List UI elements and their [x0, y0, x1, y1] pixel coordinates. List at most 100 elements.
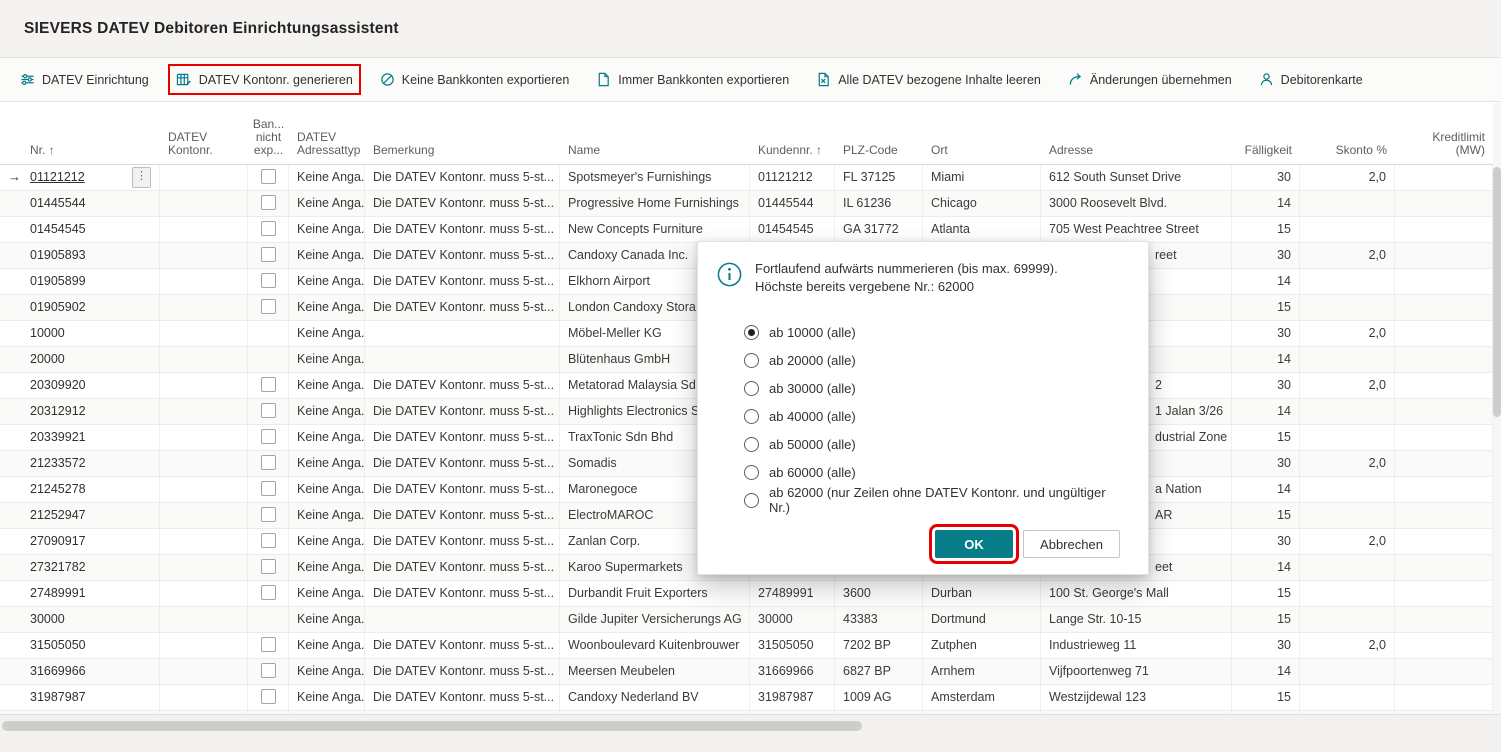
vertical-scrollbar-thumb[interactable] — [1493, 167, 1501, 417]
cell-skonto[interactable] — [1300, 607, 1395, 632]
column-header-kreditlimit[interactable]: Kreditlimit (MW) — [1395, 102, 1493, 164]
radio-option[interactable]: ab 30000 (alle) — [744, 374, 1124, 402]
cell-bank-not-export[interactable] — [248, 477, 289, 502]
toolbar-item[interactable]: DATEV Kontonr. generieren — [176, 72, 353, 87]
cell-nr[interactable]: 01454545 — [22, 217, 160, 242]
cell-bemerkung[interactable]: Die DATEV Kontonr. muss 5-st... — [365, 269, 560, 294]
cell-skonto[interactable] — [1300, 477, 1395, 502]
cell-skonto[interactable]: 2,0 — [1300, 165, 1395, 190]
cell-datev-kontonr[interactable] — [160, 373, 248, 398]
cell-bemerkung[interactable]: Die DATEV Kontonr. muss 5-st... — [365, 191, 560, 216]
cell-name[interactable]: Progressive Home Furnishings — [560, 191, 750, 216]
radio-option[interactable]: ab 60000 (alle) — [744, 458, 1124, 486]
cell-kundennr[interactable]: 01445544 — [750, 191, 835, 216]
cell-ort[interactable]: Miami — [923, 165, 1041, 190]
cell-skonto[interactable]: 2,0 — [1300, 529, 1395, 554]
cell-skonto[interactable] — [1300, 269, 1395, 294]
cell-plz-code[interactable]: 1009 AG — [835, 685, 923, 710]
cell-nr[interactable]: 01121212⋮ — [22, 165, 160, 190]
cell-faelligkeit[interactable]: 14 — [1232, 347, 1300, 372]
cell-faelligkeit[interactable]: 30 — [1232, 633, 1300, 658]
cell-bank-not-export[interactable] — [248, 347, 289, 372]
cell-datev-kontonr[interactable] — [160, 581, 248, 606]
cell-adressattyp[interactable]: Keine Anga... — [289, 659, 365, 684]
customer-number-link[interactable]: 10000 — [30, 321, 65, 345]
toolbar-item[interactable]: DATEV Einrichtung — [20, 72, 149, 87]
cell-bemerkung[interactable]: Die DATEV Kontonr. muss 5-st... — [365, 295, 560, 320]
cell-datev-kontonr[interactable] — [160, 685, 248, 710]
cell-adresse[interactable]: 612 South Sunset Drive — [1041, 165, 1232, 190]
cell-datev-kontonr[interactable] — [160, 165, 248, 190]
cell-bank-not-export[interactable] — [248, 685, 289, 710]
cell-faelligkeit[interactable]: 30 — [1232, 529, 1300, 554]
cell-kreditlimit[interactable] — [1395, 373, 1493, 398]
customer-number-link[interactable]: 31505050 — [30, 633, 86, 657]
cell-kundennr[interactable]: 31669966 — [750, 659, 835, 684]
bank-not-export-checkbox[interactable] — [261, 481, 276, 496]
cell-name[interactable]: Gilde Jupiter Versicherungs AG — [560, 607, 750, 632]
cell-kreditlimit[interactable] — [1395, 659, 1493, 684]
cell-bemerkung[interactable]: Die DATEV Kontonr. muss 5-st... — [365, 165, 560, 190]
customer-number-link[interactable]: 01905902 — [30, 295, 86, 319]
cell-ort[interactable]: Amsterdam — [923, 685, 1041, 710]
cell-kreditlimit[interactable] — [1395, 529, 1493, 554]
bank-not-export-checkbox[interactable] — [261, 221, 276, 236]
cell-adressattyp[interactable]: Keine Anga... — [289, 191, 365, 216]
cell-bemerkung[interactable]: Die DATEV Kontonr. muss 5-st... — [365, 529, 560, 554]
cell-bank-not-export[interactable] — [248, 399, 289, 424]
cell-nr[interactable]: 27090917 — [22, 529, 160, 554]
cell-kreditlimit[interactable] — [1395, 555, 1493, 580]
radio-button[interactable] — [744, 325, 759, 340]
cell-kreditlimit[interactable] — [1395, 607, 1493, 632]
cell-adressattyp[interactable]: Keine Anga... — [289, 399, 365, 424]
cell-bemerkung[interactable]: Die DATEV Kontonr. muss 5-st... — [365, 373, 560, 398]
cell-bank-not-export[interactable] — [248, 633, 289, 658]
cell-bank-not-export[interactable] — [248, 425, 289, 450]
cell-adressattyp[interactable]: Keine Anga... — [289, 321, 365, 346]
column-header-kundennr[interactable]: Kundennr. ↑ — [750, 102, 835, 164]
cell-datev-kontonr[interactable] — [160, 425, 248, 450]
ok-button[interactable]: OK — [935, 530, 1013, 558]
cell-kreditlimit[interactable] — [1395, 399, 1493, 424]
cell-adresse[interactable]: Westzijdewal 123 — [1041, 685, 1232, 710]
bank-not-export-checkbox[interactable] — [261, 169, 276, 184]
column-header-faelligkeit[interactable]: Fälligkeit — [1232, 102, 1300, 164]
cell-adressattyp[interactable]: Keine Anga... — [289, 529, 365, 554]
customer-number-link[interactable]: 20000 — [30, 347, 65, 371]
cell-faelligkeit[interactable]: 30 — [1232, 243, 1300, 268]
cell-adressattyp[interactable]: Keine Anga... — [289, 347, 365, 372]
cell-faelligkeit[interactable]: 30 — [1232, 373, 1300, 398]
cell-adressattyp[interactable]: Keine Anga... — [289, 373, 365, 398]
cell-kreditlimit[interactable] — [1395, 347, 1493, 372]
cell-bemerkung[interactable]: Die DATEV Kontonr. muss 5-st... — [365, 581, 560, 606]
column-header-ban_nicht_exp[interactable]: Ban... nicht exp... — [248, 102, 289, 164]
cell-nr[interactable]: 20309920 — [22, 373, 160, 398]
cell-plz-code[interactable]: 43383 — [835, 607, 923, 632]
cell-adressattyp[interactable]: Keine Anga... — [289, 243, 365, 268]
cell-kreditlimit[interactable] — [1395, 581, 1493, 606]
cell-skonto[interactable]: 2,0 — [1300, 373, 1395, 398]
customer-number-link[interactable]: 20312912 — [30, 399, 86, 423]
cell-datev-kontonr[interactable] — [160, 399, 248, 424]
cell-datev-kontonr[interactable] — [160, 243, 248, 268]
cell-plz-code[interactable]: FL 37125 — [835, 165, 923, 190]
customer-number-link[interactable]: 20309920 — [30, 373, 86, 397]
column-header-plz[interactable]: PLZ-Code — [835, 102, 923, 164]
cell-faelligkeit[interactable]: 14 — [1232, 555, 1300, 580]
cell-faelligkeit[interactable]: 15 — [1232, 581, 1300, 606]
cell-bemerkung[interactable]: Die DATEV Kontonr. muss 5-st... — [365, 503, 560, 528]
cell-nr[interactable]: 21233572 — [22, 451, 160, 476]
cell-bemerkung[interactable] — [365, 347, 560, 372]
cell-adresse[interactable]: Lange Str. 10-15 — [1041, 607, 1232, 632]
cell-bank-not-export[interactable] — [248, 581, 289, 606]
cell-bank-not-export[interactable] — [248, 269, 289, 294]
customer-number-link[interactable]: 31987987 — [30, 685, 86, 709]
cell-datev-kontonr[interactable] — [160, 633, 248, 658]
cell-datev-kontonr[interactable] — [160, 269, 248, 294]
cell-bank-not-export[interactable] — [248, 529, 289, 554]
cell-nr[interactable]: 20312912 — [22, 399, 160, 424]
cell-kreditlimit[interactable] — [1395, 217, 1493, 242]
cell-kreditlimit[interactable] — [1395, 425, 1493, 450]
horizontal-scrollbar[interactable] — [0, 714, 1501, 752]
cell-bank-not-export[interactable] — [248, 659, 289, 684]
